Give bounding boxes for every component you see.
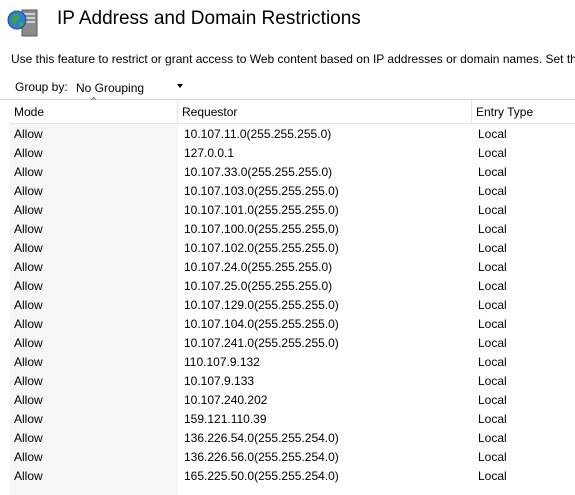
mode-cell: Allow bbox=[14, 165, 43, 179]
entry-type-cell: Local bbox=[478, 279, 507, 293]
table-row[interactable]: Allow 10.107.102.0(255.255.255.0) Local bbox=[0, 238, 575, 257]
mode-cell: Allow bbox=[14, 184, 43, 198]
entry-type-cell: Local bbox=[478, 241, 507, 255]
entry-type-cell: Local bbox=[478, 431, 507, 445]
entry-type-cell: Local bbox=[478, 317, 507, 331]
requestor-cell: 10.107.100.0(255.255.255.0) bbox=[184, 222, 339, 236]
page-title: IP Address and Domain Restrictions bbox=[57, 8, 361, 29]
requestor-cell: 159.121.110.39 bbox=[184, 412, 267, 426]
entry-type-cell: Local bbox=[478, 450, 507, 464]
entry-type-cell: Local bbox=[478, 412, 507, 426]
requestor-cell: 10.107.101.0(255.255.255.0) bbox=[184, 203, 339, 217]
requestor-cell: 136.226.54.0(255.255.254.0) bbox=[184, 431, 339, 445]
mode-cell: Allow bbox=[14, 279, 43, 293]
requestor-cell: 165.225.50.0(255.255.254.0) bbox=[184, 469, 339, 483]
table-row[interactable]: Allow 127.0.0.1 Local bbox=[0, 143, 575, 162]
mode-cell: Allow bbox=[14, 336, 43, 350]
table-row[interactable]: Allow 10.107.100.0(255.255.255.0) Local bbox=[0, 219, 575, 238]
entry-type-cell: Local bbox=[478, 184, 507, 198]
requestor-cell: 10.107.9.133 bbox=[184, 374, 255, 388]
mode-cell: Allow bbox=[14, 203, 43, 217]
mode-cell: Allow bbox=[14, 317, 43, 331]
mode-cell: Allow bbox=[14, 355, 43, 369]
group-by-label: Group by: bbox=[15, 80, 68, 94]
header: IP Address and Domain Restrictions bbox=[0, 0, 575, 46]
requestor-cell: 127.0.0.1 bbox=[184, 146, 235, 160]
table-row[interactable]: Allow 10.107.33.0(255.255.255.0) Local bbox=[0, 162, 575, 181]
requestor-cell: 10.107.11.0(255.255.255.0) bbox=[184, 127, 332, 141]
requestor-cell: 10.107.241.0(255.255.255.0) bbox=[184, 336, 339, 350]
restrictions-list[interactable]: Mode Requestor Entry Type Allow 10.107.11… bbox=[0, 100, 575, 495]
feature-description: Use this feature to restrict or grant ac… bbox=[11, 52, 575, 66]
entry-type-cell: Local bbox=[478, 165, 507, 179]
table-row[interactable]: Allow 10.107.101.0(255.255.255.0) Local bbox=[0, 200, 575, 219]
entry-type-cell: Local bbox=[478, 127, 507, 141]
requestor-cell: 10.107.102.0(255.255.255.0) bbox=[184, 241, 339, 255]
table-row[interactable]: Allow 10.107.24.0(255.255.255.0) Local bbox=[0, 257, 575, 276]
column-header-label: Mode bbox=[14, 105, 45, 119]
group-by-select[interactable]: No Grouping bbox=[72, 78, 186, 98]
entry-type-cell: Local bbox=[478, 298, 507, 312]
table-row[interactable]: Allow 136.226.54.0(255.255.254.0) Local bbox=[0, 428, 575, 447]
mode-cell: Allow bbox=[14, 450, 43, 464]
column-header-requestor[interactable]: Requestor bbox=[178, 100, 472, 124]
requestor-cell: 10.107.103.0(255.255.255.0) bbox=[184, 184, 339, 198]
table-row[interactable]: Allow 10.107.9.133 Local bbox=[0, 371, 575, 390]
requestor-cell: 10.107.24.0(255.255.255.0) bbox=[184, 260, 333, 274]
requestor-cell: 10.107.240.202 bbox=[184, 393, 268, 407]
mode-cell: Allow bbox=[14, 260, 43, 274]
mode-cell: Allow bbox=[14, 393, 43, 407]
mode-cell: Allow bbox=[14, 298, 43, 312]
mode-cell: Allow bbox=[14, 222, 43, 236]
entry-type-cell: Local bbox=[478, 355, 507, 369]
requestor-cell: 110.107.9.132 bbox=[184, 355, 260, 369]
mode-cell: Allow bbox=[14, 146, 43, 160]
mode-cell: Allow bbox=[14, 241, 43, 255]
table-row[interactable]: Allow 10.107.103.0(255.255.255.0) Local bbox=[0, 181, 575, 200]
entry-type-cell: Local bbox=[478, 146, 507, 160]
entry-type-cell: Local bbox=[478, 203, 507, 217]
table-body: Allow 10.107.11.0(255.255.255.0) Local Allo… bbox=[0, 124, 575, 485]
table-row[interactable]: Allow 10.107.25.0(255.255.255.0) Local bbox=[0, 276, 575, 295]
group-by-value: No Grouping bbox=[76, 81, 145, 95]
table-row[interactable]: Allow 136.226.56.0(255.255.254.0) Local bbox=[0, 447, 575, 466]
requestor-cell: 10.107.33.0(255.255.255.0) bbox=[184, 165, 333, 179]
table-row[interactable]: Allow 10.107.104.0(255.255.255.0) Local bbox=[0, 314, 575, 333]
column-header-entry-type[interactable]: Entry Type bbox=[472, 100, 575, 124]
requestor-cell: 136.226.56.0(255.255.254.0) bbox=[184, 450, 339, 464]
entry-type-cell: Local bbox=[478, 393, 507, 407]
globe-server-icon bbox=[7, 9, 38, 37]
table-row[interactable]: Allow 159.121.110.39 Local bbox=[0, 409, 575, 428]
column-header-mode[interactable]: Mode bbox=[10, 100, 178, 124]
mode-cell: Allow bbox=[14, 431, 43, 445]
requestor-cell: 10.107.25.0(255.255.255.0) bbox=[184, 279, 333, 293]
entry-type-cell: Local bbox=[478, 260, 507, 274]
table-row[interactable]: Allow 10.107.241.0(255.255.255.0) Local bbox=[0, 333, 575, 352]
group-by-toolbar: Group by: No Grouping bbox=[0, 77, 575, 100]
requestor-cell: 10.107.104.0(255.255.255.0) bbox=[184, 317, 339, 331]
requestor-cell: 10.107.129.0(255.255.255.0) bbox=[184, 298, 339, 312]
table-row[interactable]: Allow 110.107.9.132 Local bbox=[0, 352, 575, 371]
mode-cell: Allow bbox=[14, 469, 43, 483]
entry-type-cell: Local bbox=[478, 222, 507, 236]
table-row[interactable]: Allow 10.107.11.0(255.255.255.0) Local bbox=[0, 124, 575, 143]
chevron-down-icon bbox=[177, 84, 183, 88]
column-header-label: Requestor bbox=[182, 105, 238, 119]
entry-type-cell: Local bbox=[478, 336, 507, 350]
table-row[interactable]: Allow 10.107.240.202 Local bbox=[0, 390, 575, 409]
entry-type-cell: Local bbox=[478, 374, 507, 388]
table-row[interactable]: Allow 10.107.129.0(255.255.255.0) Local bbox=[0, 295, 575, 314]
mode-cell: Allow bbox=[14, 412, 43, 426]
mode-cell: Allow bbox=[14, 374, 43, 388]
column-header-label: Entry Type bbox=[476, 105, 534, 119]
entry-type-cell: Local bbox=[478, 469, 507, 483]
table-row[interactable]: Allow 165.225.50.0(255.255.254.0) Local bbox=[0, 466, 575, 485]
mode-cell: Allow bbox=[14, 127, 43, 141]
